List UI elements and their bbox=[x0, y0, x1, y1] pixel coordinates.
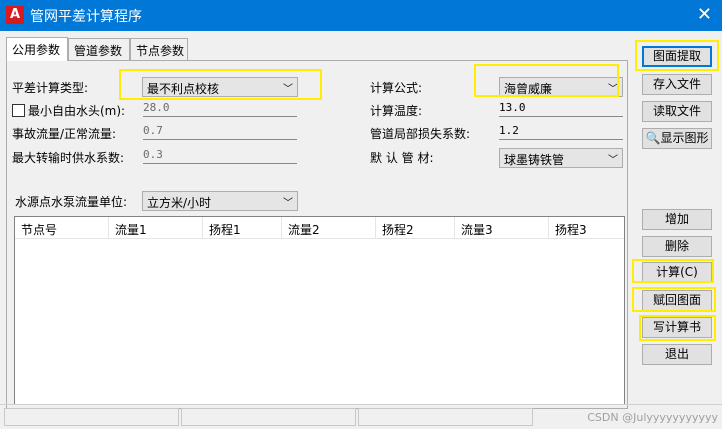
read-file-button[interactable]: 读取文件 bbox=[642, 101, 712, 122]
column-header-flow2[interactable]: 流量2 bbox=[282, 217, 376, 239]
watermark: CSDN @Julyyyyyyyyyyy bbox=[587, 411, 718, 424]
max-transfer-label: 最大转输时供水系数: bbox=[12, 151, 125, 165]
chevron-down-icon: ﹀ bbox=[608, 84, 618, 95]
column-header-flow1[interactable]: 流量1 bbox=[109, 217, 203, 239]
material-select[interactable]: 球墨铸铁管 ﹀ bbox=[499, 148, 623, 168]
min-head-input[interactable]: 28.0 bbox=[143, 101, 297, 117]
flow-unit-select[interactable]: 立方米/小时 ﹀ bbox=[142, 191, 298, 211]
params-panel: 平差计算类型: 最不利点校核 ﹀ 最小自由水头(m): 28.0 事故流量/正常… bbox=[6, 60, 628, 409]
tab-common-params[interactable]: 公用参数 bbox=[6, 37, 68, 61]
delete-button[interactable]: 删除 bbox=[642, 236, 712, 257]
flow-unit-label: 水源点水泵流量单位: bbox=[15, 195, 128, 209]
tab-pipe-params[interactable]: 管道参数 bbox=[68, 38, 130, 60]
calc-type-value: 最不利点校核 bbox=[147, 82, 220, 96]
column-header-flow3[interactable]: 流量3 bbox=[455, 217, 549, 239]
pick-from-drawing-button[interactable]: 图面提取 bbox=[642, 46, 712, 67]
column-header-node[interactable]: 节点号 bbox=[15, 217, 109, 239]
status-cell bbox=[4, 408, 179, 426]
chevron-down-icon: ﹀ bbox=[608, 155, 618, 166]
min-head-checkbox[interactable] bbox=[12, 104, 25, 117]
formula-label: 计算公式: bbox=[370, 81, 423, 95]
close-icon[interactable]: ✕ bbox=[697, 4, 712, 25]
calculate-button[interactable]: 计算(C) bbox=[642, 262, 712, 283]
show-graphics-label: 显示图形 bbox=[660, 131, 709, 145]
calc-type-select[interactable]: 最不利点校核 ﹀ bbox=[142, 77, 298, 97]
temperature-label: 计算温度: bbox=[370, 104, 423, 118]
return-to-drawing-button[interactable]: 赋回图面 bbox=[642, 290, 712, 311]
calc-type-label: 平差计算类型: bbox=[12, 81, 89, 95]
show-graphics-button[interactable]: 🔍显示图形 bbox=[642, 128, 712, 149]
local-loss-input[interactable]: 1.2 bbox=[499, 124, 623, 140]
material-value: 球墨铸铁管 bbox=[504, 153, 565, 167]
pump-data-grid[interactable]: 节点号 流量1 扬程1 流量2 扬程2 流量3 扬程3 bbox=[14, 216, 625, 405]
column-header-head1[interactable]: 扬程1 bbox=[203, 217, 282, 239]
save-to-file-button[interactable]: 存入文件 bbox=[642, 74, 712, 95]
accident-ratio-label: 事故流量/正常流量: bbox=[12, 127, 117, 141]
chevron-down-icon: ﹀ bbox=[283, 84, 293, 95]
grid-header: 节点号 流量1 扬程1 流量2 扬程2 流量3 扬程3 bbox=[15, 217, 624, 239]
chevron-down-icon: ﹀ bbox=[283, 198, 293, 209]
add-button[interactable]: 增加 bbox=[642, 209, 712, 230]
column-header-head2[interactable]: 扬程2 bbox=[376, 217, 455, 239]
exit-button[interactable]: 退出 bbox=[642, 344, 712, 365]
status-cell bbox=[358, 408, 533, 426]
formula-value: 海曾威廉 bbox=[504, 82, 553, 96]
title-bar: A 管网平差计算程序 ✕ bbox=[0, 0, 722, 31]
window-title: 管网平差计算程序 bbox=[30, 9, 142, 25]
material-label: 默 认 管 材: bbox=[370, 151, 434, 165]
status-cell bbox=[181, 408, 356, 426]
autocad-app-icon: A bbox=[6, 6, 24, 24]
accident-ratio-input[interactable]: 0.7 bbox=[143, 124, 297, 140]
min-head-label: 最小自由水头(m): bbox=[28, 104, 126, 118]
magnifier-icon: 🔍 bbox=[645, 131, 661, 145]
tab-node-params[interactable]: 节点参数 bbox=[130, 38, 188, 60]
status-bar: CSDN @Julyyyyyyyyyyy bbox=[0, 404, 722, 429]
local-loss-label: 管道局部损失系数: bbox=[370, 127, 471, 141]
temperature-input[interactable]: 13.0 bbox=[499, 101, 623, 117]
flow-unit-value: 立方米/小时 bbox=[147, 196, 212, 210]
write-report-button[interactable]: 写计算书 bbox=[642, 317, 712, 338]
max-transfer-input[interactable]: 0.3 bbox=[143, 148, 297, 164]
formula-select[interactable]: 海曾威廉 ﹀ bbox=[499, 77, 623, 97]
column-header-head3[interactable]: 扬程3 bbox=[549, 217, 626, 239]
